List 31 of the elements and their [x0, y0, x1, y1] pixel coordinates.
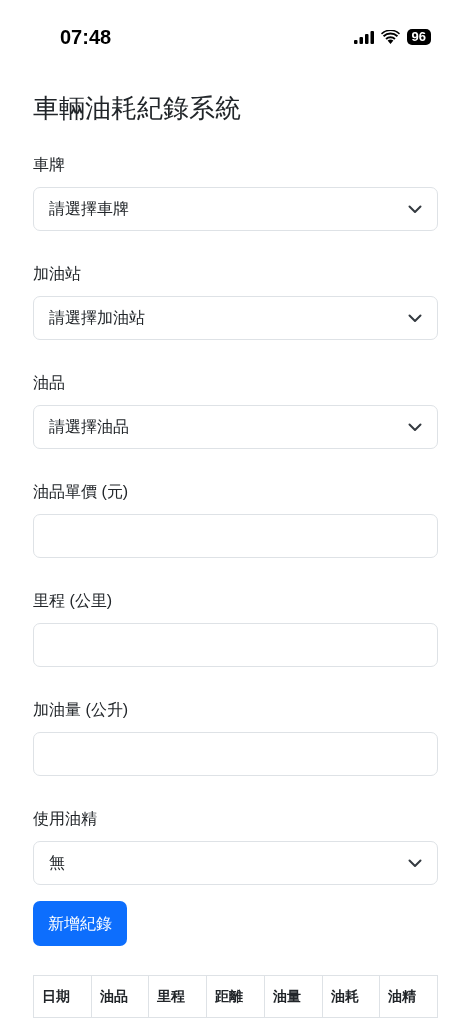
input-field[interactable] — [33, 623, 438, 667]
select-field[interactable]: 請選擇加油站 — [33, 296, 438, 340]
field-label: 油品單價 (元) — [33, 482, 129, 502]
chevron-down-icon — [408, 313, 422, 323]
field-label: 車牌 — [33, 155, 65, 175]
column-header: 日期 — [33, 975, 92, 1018]
select-field[interactable]: 請選擇油品 — [33, 405, 438, 449]
column-header: 油品 — [91, 975, 149, 1018]
column-header: 油量 — [264, 975, 322, 1018]
field-label: 使用油精 — [33, 809, 97, 829]
status-time: 07:48 — [60, 25, 112, 50]
battery-indicator: 96 — [406, 29, 431, 45]
column-header: 油耗 — [322, 975, 380, 1018]
field-label: 油品 — [33, 373, 65, 393]
column-header: 里程 — [148, 975, 207, 1018]
input-field[interactable] — [33, 514, 438, 558]
chevron-down-icon — [408, 204, 422, 214]
chevron-down-icon — [408, 422, 422, 432]
select-field[interactable]: 無 — [33, 841, 438, 885]
field-label: 加油量 (公升) — [33, 700, 129, 720]
signal-icon — [353, 30, 374, 44]
column-header: 距離 — [206, 975, 265, 1018]
submit-button[interactable]: 新增紀錄 — [33, 901, 127, 946]
column-header: 油精 — [379, 975, 438, 1018]
field-label: 加油站 — [33, 264, 81, 284]
chevron-down-icon — [408, 858, 422, 868]
field-label: 里程 (公里) — [33, 591, 113, 611]
select-field[interactable]: 請選擇車牌 — [33, 187, 438, 231]
page-title: 車輛油耗紀錄系統 — [33, 92, 241, 124]
input-field[interactable] — [33, 732, 438, 776]
wifi-icon — [380, 30, 400, 44]
